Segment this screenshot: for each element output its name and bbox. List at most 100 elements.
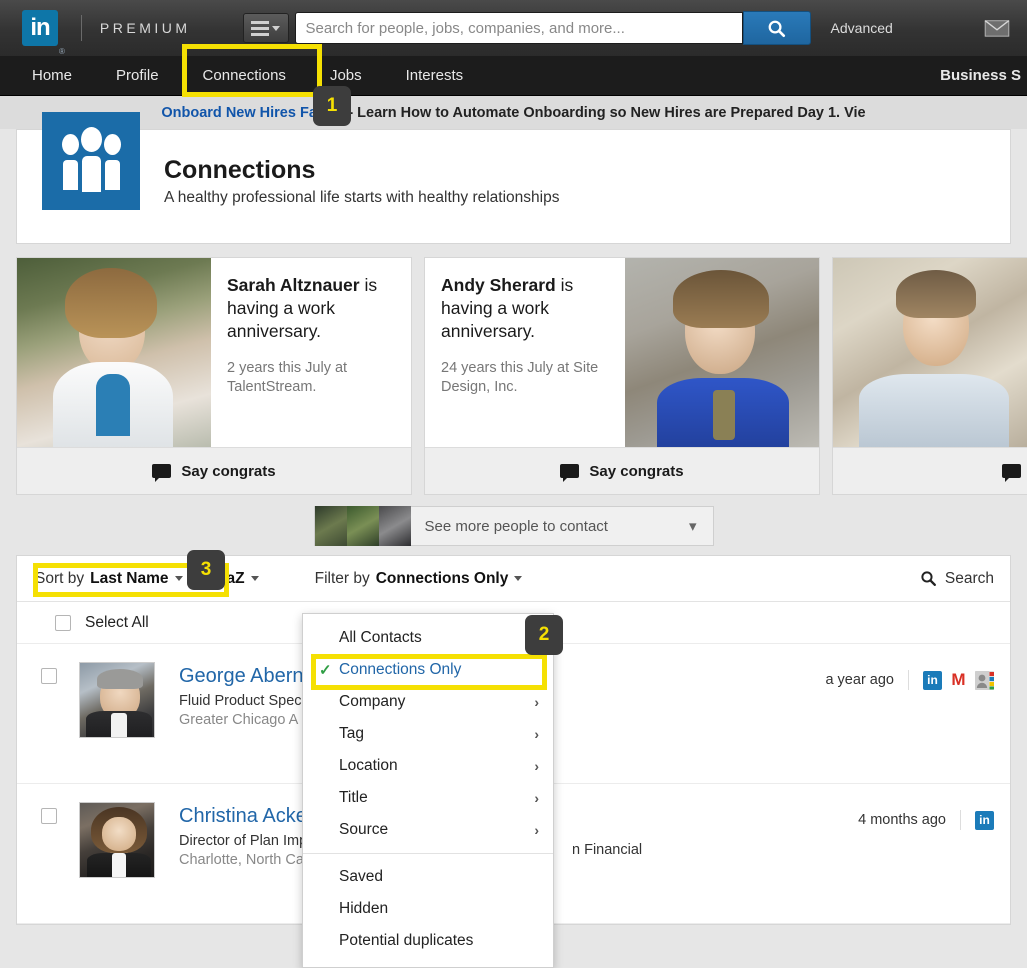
see-more-people-bar[interactable]: See more people to contact ▾ bbox=[313, 506, 714, 546]
menu-separator bbox=[303, 853, 553, 854]
row-checkbox[interactable] bbox=[41, 808, 57, 824]
page-header-card: Connections A healthy professional life … bbox=[16, 112, 1011, 244]
premium-label: PREMIUM bbox=[99, 20, 191, 36]
anniversary-cards-row: Sarah Altznauer is having a work anniver… bbox=[16, 257, 1027, 495]
sort-direction-label: aZ bbox=[226, 569, 245, 587]
chevron-right-icon: › bbox=[534, 822, 539, 838]
select-all-label: Select All bbox=[85, 613, 149, 631]
contacts-icon[interactable] bbox=[975, 670, 994, 690]
gmail-icon[interactable]: M bbox=[949, 670, 968, 690]
menu-item-saved[interactable]: Saved bbox=[303, 861, 553, 893]
linkedin-logo[interactable]: in bbox=[22, 10, 58, 46]
sort-by-dropdown[interactable]: Sort by Last Name bbox=[33, 570, 185, 588]
connections-icon bbox=[42, 112, 140, 210]
say-congrats-button[interactable]: Say congrats bbox=[425, 447, 819, 494]
menu-item-hidden[interactable]: Hidden bbox=[303, 893, 553, 925]
chevron-down-icon: ▾ bbox=[688, 518, 697, 535]
step-badge-1: 1 bbox=[313, 86, 351, 126]
divider bbox=[908, 670, 909, 690]
thumbnail bbox=[346, 506, 379, 546]
topbar-right-group bbox=[983, 18, 1015, 38]
source-icons: in M bbox=[923, 670, 994, 690]
promo-text: - Learn How to Automate Onboarding so Ne… bbox=[348, 104, 866, 121]
page-header-text: Connections A healthy professional life … bbox=[164, 130, 559, 207]
top-navigation-bar: in ® PREMIUM Advanced bbox=[0, 0, 1027, 56]
filter-value-label: Connections Only bbox=[375, 569, 509, 587]
menu-item-title[interactable]: Title › bbox=[303, 782, 553, 814]
chevron-down-icon bbox=[174, 576, 183, 581]
profile-photo bbox=[17, 258, 211, 448]
menu-item-label: All Contacts bbox=[339, 629, 422, 646]
comment-bubble-icon bbox=[152, 464, 172, 483]
person-name[interactable]: Andy Sherard bbox=[441, 275, 556, 295]
linkedin-icon[interactable]: in bbox=[923, 670, 942, 690]
step-badge-2: 2 bbox=[525, 615, 563, 655]
sort-value-label: Last Name bbox=[90, 569, 169, 587]
menu-item-all-contacts[interactable]: All Contacts bbox=[303, 622, 553, 654]
menu-item-connections-only[interactable]: ✓ Connections Only bbox=[303, 654, 553, 686]
filter-dropdown-menu: All Contacts ✓ Connections Only Company … bbox=[302, 613, 554, 968]
say-congrats-label: Say congrats bbox=[589, 462, 684, 480]
search-input[interactable] bbox=[305, 19, 732, 37]
comment-bubble-icon bbox=[1002, 464, 1022, 483]
page-title: Connections bbox=[164, 156, 316, 184]
card-headline: Andy Sherard is having a work anniversar… bbox=[441, 274, 611, 343]
nav-item-home[interactable]: Home bbox=[10, 56, 94, 96]
source-icons: in bbox=[975, 810, 994, 830]
advanced-search-link[interactable]: Advanced bbox=[831, 20, 893, 36]
nav-item-profile[interactable]: Profile bbox=[94, 56, 181, 96]
anniversary-card-partial: Say bbox=[832, 257, 1027, 495]
profile-photo bbox=[833, 258, 1027, 448]
menu-item-tag[interactable]: Tag › bbox=[303, 718, 553, 750]
filter-by-dropdown[interactable]: Filter by Connections Only bbox=[315, 570, 523, 588]
envelope-icon[interactable] bbox=[983, 18, 1011, 38]
sort-direction-dropdown[interactable]: aZ bbox=[227, 570, 259, 588]
thumbnail bbox=[378, 506, 411, 546]
menu-item-label: Potential duplicates bbox=[339, 932, 474, 949]
filter-prefix-label: Filter by bbox=[314, 569, 370, 587]
linkedin-icon[interactable]: in bbox=[975, 810, 994, 830]
menu-item-label: Source bbox=[339, 821, 389, 838]
divider bbox=[960, 810, 961, 830]
divider bbox=[80, 15, 82, 41]
avatar[interactable] bbox=[79, 802, 155, 878]
hamburger-icon bbox=[251, 20, 270, 36]
sort-prefix-label: Sort by bbox=[35, 569, 85, 587]
menu-item-label: Saved bbox=[339, 868, 383, 885]
search-submit-button[interactable] bbox=[742, 11, 811, 45]
menu-item-potential-duplicates[interactable]: Potential duplicates bbox=[303, 925, 553, 957]
nav-item-interests[interactable]: Interests bbox=[384, 56, 486, 96]
promo-banner: Onboard New Hires Faster! - Learn How to… bbox=[0, 96, 1027, 129]
menu-item-company[interactable]: Company › bbox=[303, 686, 553, 718]
contact-meta: 4 months ago in bbox=[858, 802, 994, 830]
menu-item-source[interactable]: Source › bbox=[303, 814, 553, 846]
nav-business-services[interactable]: Business S bbox=[940, 67, 1027, 84]
menu-item-label: Connections Only bbox=[339, 661, 462, 678]
menu-item-label: Company bbox=[339, 693, 406, 710]
contacts-glyph bbox=[975, 670, 994, 690]
nav-item-connections[interactable]: Connections bbox=[181, 56, 308, 96]
avatar[interactable] bbox=[79, 662, 155, 738]
check-icon: ✓ bbox=[319, 662, 332, 679]
anniversary-card: Andy Sherard is having a work anniversar… bbox=[424, 257, 820, 495]
menu-toggle-button[interactable] bbox=[242, 13, 289, 43]
see-more-wrapper: See more people to contact ▾ bbox=[16, 506, 1011, 546]
menu-item-label: Title bbox=[339, 789, 368, 806]
card-text: Andy Sherard is having a work anniversar… bbox=[425, 258, 625, 447]
comment-bubble-icon bbox=[560, 464, 580, 483]
list-search-button[interactable]: Search bbox=[920, 570, 994, 588]
menu-item-label: Location bbox=[339, 757, 398, 774]
menu-item-location[interactable]: Location › bbox=[303, 750, 553, 782]
logo-text: in bbox=[30, 14, 50, 41]
menu-item-label: Tag bbox=[339, 725, 364, 742]
say-congrats-button[interactable]: Say bbox=[833, 447, 1027, 494]
profile-photo bbox=[625, 258, 819, 448]
contact-meta: a year ago in M bbox=[825, 662, 994, 690]
row-checkbox[interactable] bbox=[41, 668, 57, 684]
person-name[interactable]: Sarah Altznauer bbox=[227, 275, 360, 295]
say-congrats-button[interactable]: Say congrats bbox=[17, 447, 411, 494]
select-all-checkbox[interactable] bbox=[55, 614, 71, 631]
chevron-down-icon bbox=[250, 576, 259, 581]
global-search-box[interactable] bbox=[294, 12, 743, 44]
main-navigation: Home Profile Connections Jobs Interests … bbox=[0, 44, 1027, 97]
